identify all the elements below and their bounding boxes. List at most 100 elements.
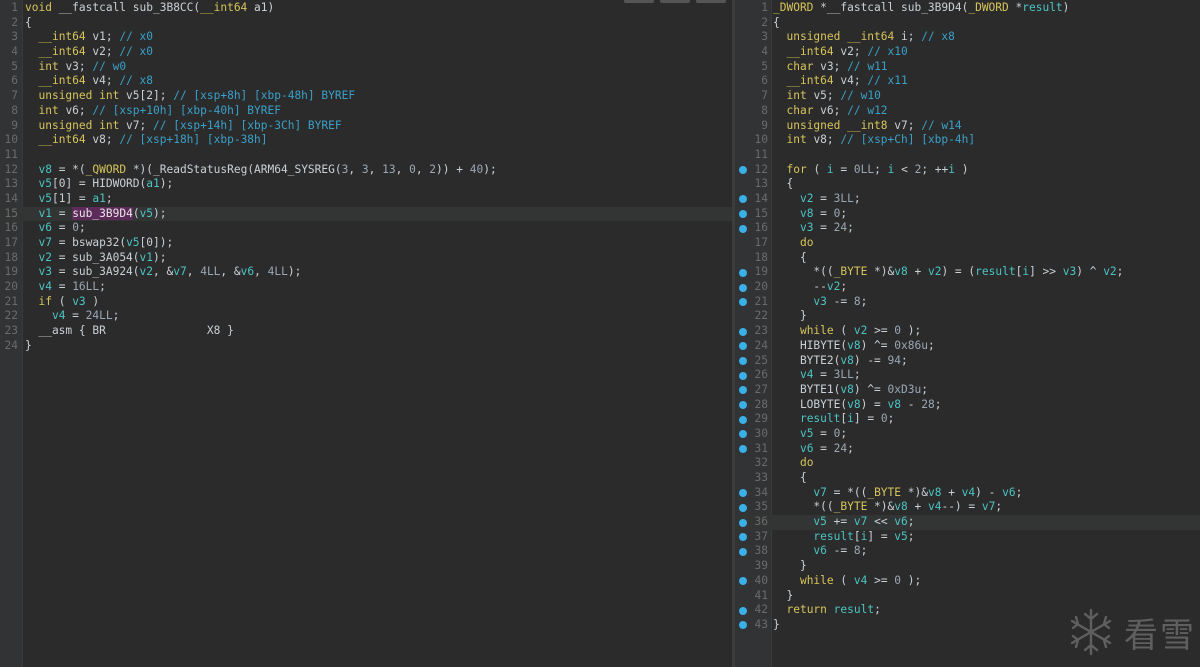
code-line[interactable]: 36 v5 += v7 << v6;	[735, 515, 1200, 530]
code-text: }	[25, 339, 32, 354]
code-line[interactable]: 41 }	[735, 589, 1200, 604]
code-line[interactable]: 19 *((_BYTE *)&v8 + v2) = (result[i] >> …	[735, 265, 1200, 280]
code-line[interactable]: 10 __int64 v8; // [xsp+18h] [xbp-38h]	[0, 133, 732, 148]
code-token: ;	[105, 191, 113, 205]
code-line[interactable]: 20 v4 = 16LL;	[0, 280, 732, 295]
code-line[interactable]: 21 if ( v3 )	[0, 295, 732, 310]
code-text: {	[773, 16, 780, 31]
code-line[interactable]: 25 BYTE2(v8) -= 94;	[735, 354, 1200, 369]
code-line[interactable]: 11	[0, 148, 732, 163]
code-token: int	[786, 89, 807, 103]
code-line[interactable]: 38 v6 -= 8;	[735, 544, 1200, 559]
code-token: a1)	[247, 1, 275, 14]
code-token: result	[833, 603, 875, 617]
code-text: v4 = 16LL;	[25, 280, 105, 295]
code-line[interactable]: 11	[735, 148, 1200, 163]
code-token: v2	[139, 265, 154, 279]
code-line[interactable]: 2{	[735, 16, 1200, 31]
code-line[interactable]: 26 v4 = 3LL;	[735, 368, 1200, 383]
code-line[interactable]: 31 v6 = 24;	[735, 442, 1200, 457]
code-token: __int64	[38, 45, 86, 59]
code-line[interactable]: 34 v7 = *((_BYTE *)&v8 + v4) - v6;	[735, 486, 1200, 501]
code-line[interactable]: 39 }	[735, 559, 1200, 574]
code-line[interactable]: 16 v3 = 24;	[735, 221, 1200, 236]
code-line[interactable]: 14 v5[1] = a1;	[0, 192, 732, 207]
code-line[interactable]: 17 do	[735, 236, 1200, 251]
code-line[interactable]: 32 do	[735, 456, 1200, 471]
code-line[interactable]: 3 unsigned __int64 i; // x8	[735, 30, 1200, 45]
code-line[interactable]: 7 unsigned int v5[2]; // [xsp+8h] [xbp-4…	[0, 89, 732, 104]
code-line[interactable]: 5 int v3; // w0	[0, 60, 732, 75]
code-line[interactable]: 33 {	[735, 471, 1200, 486]
left-pseudocode-pane[interactable]: 1 void __fastcall sub_3B8CC(__int64 a1) 2{…	[0, 0, 732, 667]
code-token: 4LL	[267, 265, 288, 279]
code-line[interactable]: 6 __int64 v4; // x11	[735, 74, 1200, 89]
code-line[interactable]: 24}	[0, 339, 732, 354]
code-line[interactable]: 15 v1 = sub_3B9D4(v5);	[0, 206, 732, 222]
code-line[interactable]: 3 __int64 v1; // x0	[0, 30, 732, 45]
code-line[interactable]: 6 __int64 v4; // x8	[0, 74, 732, 89]
code-token: __asm { BR X8 }	[25, 324, 234, 338]
code-line[interactable]: 19 v3 = sub_3A924(v2, &v7, 4LL, &v6, 4LL…	[0, 265, 732, 280]
code-token: do	[799, 456, 814, 470]
line-number: 27	[754, 382, 768, 396]
code-token: ) = (	[941, 265, 976, 279]
code-line[interactable]: 20 --v2;	[735, 280, 1200, 295]
code-token: =	[813, 441, 834, 455]
code-line[interactable]: 21 v3 -= 8;	[735, 295, 1200, 310]
code-line[interactable]: 8 int v6; // [xsp+10h] [xbp-40h] BYREF	[0, 104, 732, 119]
code-line[interactable]: 1 void __fastcall sub_3B8CC(__int64 a1)	[0, 1, 732, 16]
code-line[interactable]: 12 for ( i = 0LL; i < 2; ++i )	[735, 163, 1200, 178]
code-line[interactable]: 23 __asm { BR X8 }	[0, 324, 732, 339]
code-line[interactable]: 27 BYTE1(v8) ^= 0xD3u;	[735, 383, 1200, 398]
code-token: v6;	[813, 103, 848, 117]
right-pseudocode-pane[interactable]: 1 _DWORD *__fastcall sub_3B9D4(_DWORD *re…	[735, 0, 1200, 667]
code-line[interactable]: 13 {	[735, 177, 1200, 192]
tab-button[interactable]	[624, 0, 654, 3]
code-line[interactable]: 30 v5 = 0;	[735, 427, 1200, 442]
code-line[interactable]: 2{	[0, 16, 732, 31]
code-line[interactable]: 18 v2 = sub_3A054(v1);	[0, 251, 732, 266]
code-line[interactable]: 35 *((_BYTE *)&v8 + v4--) = v7;	[735, 500, 1200, 515]
code-line[interactable]: 1 _DWORD *__fastcall sub_3B9D4(_DWORD *re…	[735, 1, 1200, 16]
code-line[interactable]: 9 unsigned __int8 v7; // w14	[735, 119, 1200, 134]
code-line[interactable]: 7 int v5; // w10	[735, 89, 1200, 104]
tab-button[interactable]	[696, 0, 726, 3]
code-line[interactable]: 22 v4 = 24LL;	[0, 309, 732, 324]
code-line[interactable]: 12 v8 = *(_QWORD *)(_ReadStatusReg(ARM64…	[0, 163, 732, 178]
code-line[interactable]: 17 v7 = bswap32(v5[0]);	[0, 236, 732, 251]
line-number: 22	[4, 309, 18, 323]
code-line[interactable]: 28 LOBYTE(v8) = v8 - 28;	[735, 398, 1200, 413]
code-line[interactable]: 15 v8 = 0;	[735, 207, 1200, 222]
code-line[interactable]: 13 v5[0] = HIDWORD(a1);	[0, 177, 732, 192]
code-line[interactable]: 18 {	[735, 251, 1200, 266]
code-line[interactable]: 4 __int64 v2; // x0	[0, 45, 732, 60]
code-token: >=	[867, 573, 895, 587]
code-line[interactable]: 14 v2 = 3LL;	[735, 192, 1200, 207]
code-line[interactable]: 29 result[i] = 0;	[735, 412, 1200, 427]
line-number: 9	[761, 118, 768, 132]
code-token: ;	[853, 368, 861, 382]
code-line[interactable]: 16 v6 = 0;	[0, 221, 732, 236]
code-token: )	[955, 162, 969, 176]
code-token: *((	[773, 265, 834, 279]
code-text: __int64 v8; // [xsp+18h] [xbp-38h]	[25, 133, 267, 148]
tab-button[interactable]	[660, 0, 690, 3]
code-line[interactable]: 23 while ( v2 >= 0 );	[735, 324, 1200, 339]
line-number: 19	[754, 265, 768, 279]
code-line[interactable]: 37 result[i] = v5;	[735, 530, 1200, 545]
code-line[interactable]: 22 }	[735, 309, 1200, 324]
code-line[interactable]: 4 __int64 v2; // x10	[735, 45, 1200, 60]
code-line[interactable]: 40 while ( v4 >= 0 );	[735, 574, 1200, 589]
code-line[interactable]: 10 int v8; // [xsp+Ch] [xbp-4h]	[735, 133, 1200, 148]
code-line[interactable]: 9 unsigned int v7; // [xsp+14h] [xbp-3Ch…	[0, 119, 732, 134]
code-line[interactable]: 8 char v6; // w12	[735, 104, 1200, 119]
line-number: 8	[11, 103, 18, 117]
code-token: v5;	[806, 89, 841, 103]
code-token[interactable]: sub_3B9D4	[72, 206, 133, 220]
code-line[interactable]: 5 char v3; // w11	[735, 60, 1200, 75]
code-line[interactable]: 24 HIBYTE(v8) ^= 0x86u;	[735, 339, 1200, 354]
code-token: v6	[813, 544, 827, 558]
code-token: +=	[826, 515, 854, 529]
